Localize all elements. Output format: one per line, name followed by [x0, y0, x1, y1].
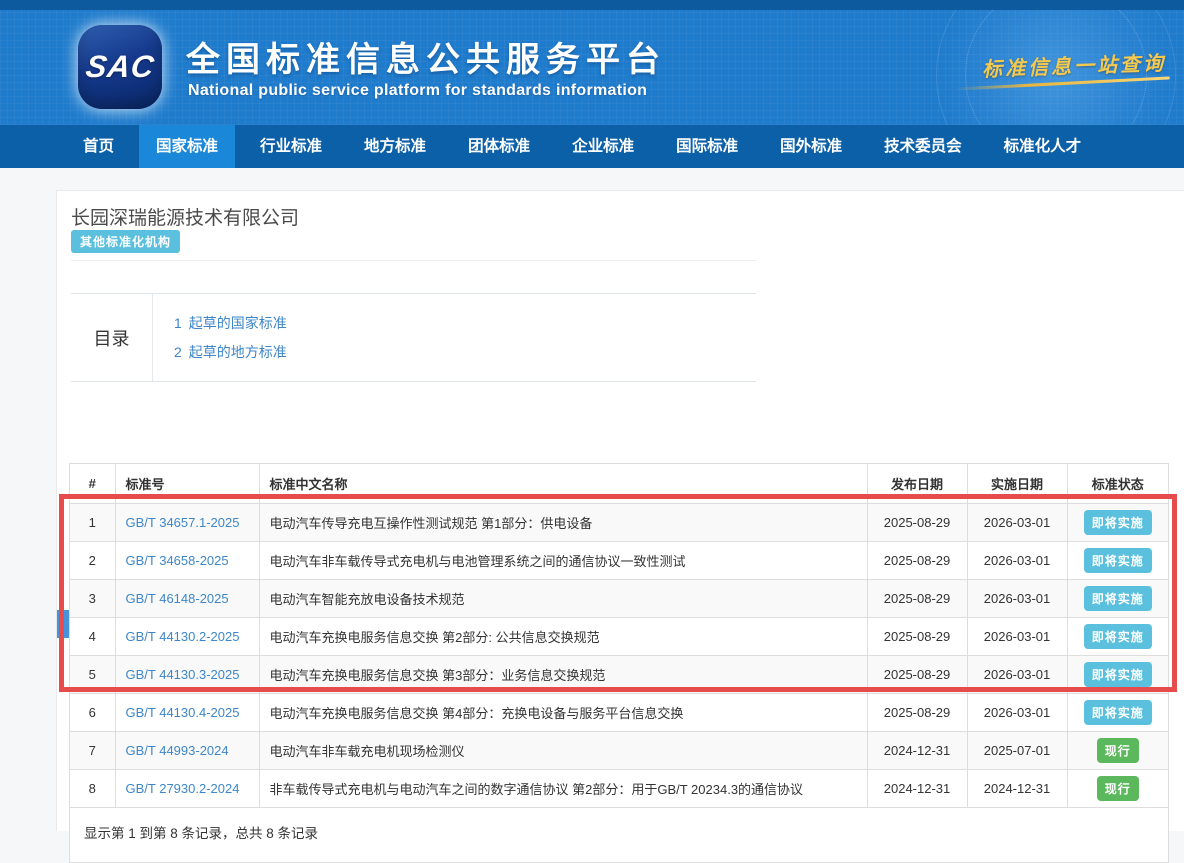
- table-row: 6 GB/T 44130.4-2025 电动汽车充换电服务信息交换 第4部分：充…: [70, 694, 1168, 732]
- status-badge: 即将实施: [1084, 662, 1152, 687]
- toc-link-national[interactable]: 1 起草的国家标准: [174, 313, 756, 333]
- publish-date: 2024-12-31: [867, 770, 967, 808]
- standard-number-link[interactable]: GB/T 44130.4-2025: [126, 705, 240, 720]
- standard-number-link[interactable]: GB/T 44130.3-2025: [126, 667, 240, 682]
- standard-number-link[interactable]: GB/T 44130.2-2025: [126, 629, 240, 644]
- standard-number-link[interactable]: GB/T 46148-2025: [126, 591, 229, 606]
- nav-item-group-standards[interactable]: 团体标准: [451, 125, 547, 168]
- implement-date: 2026-03-01: [967, 694, 1067, 732]
- status-badge: 即将实施: [1084, 586, 1152, 611]
- implement-date: 2025-07-01: [967, 732, 1067, 770]
- site-subtitle: National public service platform for sta…: [188, 82, 647, 100]
- table-header-row: # 标准号 标准中文名称 发布日期 实施日期 标准状态: [70, 464, 1168, 504]
- records-summary: 显示第 1 到第 8 条记录，总共 8 条记录: [70, 808, 1168, 862]
- publish-date: 2025-08-29: [867, 542, 967, 580]
- status-badge: 现行: [1097, 738, 1139, 763]
- standard-name: 电动汽车传导充电互操作性测试规范 第1部分：供电设备: [259, 504, 867, 542]
- nav-item-standardization-talent[interactable]: 标准化人才: [987, 125, 1099, 168]
- site-title: 全国标准信息公共服务平台: [186, 32, 666, 81]
- publish-date: 2025-08-29: [867, 694, 967, 732]
- standards-table-container: # 标准号 标准中文名称 发布日期 实施日期 标准状态 1 GB/T 34657…: [69, 463, 1169, 863]
- implement-date: 2026-03-01: [967, 542, 1067, 580]
- company-name: 长园深瑞能源技术有限公司: [71, 203, 299, 230]
- table-row: 1 GB/T 34657.1-2025 电动汽车传导充电互操作性测试规范 第1部…: [70, 504, 1168, 542]
- table-of-contents: 目录 1 起草的国家标准 2 起草的地方标准: [71, 293, 756, 382]
- site-header: SAC 全国标准信息公共服务平台 National public service…: [0, 10, 1184, 125]
- status-badge: 即将实施: [1084, 548, 1152, 573]
- row-index: 1: [70, 504, 115, 542]
- nav-item-foreign-standards[interactable]: 国外标准: [763, 125, 859, 168]
- column-header-pub-date: 发布日期: [867, 464, 967, 504]
- standard-name: 电动汽车充换电服务信息交换 第2部分: 公共信息交换规范: [259, 618, 867, 656]
- row-index: 2: [70, 542, 115, 580]
- standard-number-link[interactable]: GB/T 27930.2-2024: [126, 781, 240, 796]
- standard-name: 电动汽车非车载充电机现场检测仪: [259, 732, 867, 770]
- publish-date: 2025-08-29: [867, 656, 967, 694]
- row-index: 5: [70, 656, 115, 694]
- nav-item-international-standards[interactable]: 国际标准: [659, 125, 755, 168]
- nav-item-technical-committee[interactable]: 技术委员会: [867, 125, 979, 168]
- row-index: 8: [70, 770, 115, 808]
- column-header-name: 标准中文名称: [259, 464, 867, 504]
- implement-date: 2026-03-01: [967, 504, 1067, 542]
- implement-date: 2026-03-01: [967, 580, 1067, 618]
- publish-date: 2025-08-29: [867, 504, 967, 542]
- publish-date: 2025-08-29: [867, 580, 967, 618]
- status-badge: 即将实施: [1084, 624, 1152, 649]
- standard-name: 非车载传导式充电机与电动汽车之间的数字通信协议 第2部分：用于GB/T 2023…: [259, 770, 867, 808]
- implement-date: 2026-03-01: [967, 656, 1067, 694]
- column-header-status: 标准状态: [1067, 464, 1168, 504]
- publish-date: 2025-08-29: [867, 618, 967, 656]
- nav-item-home[interactable]: 首页: [66, 125, 131, 168]
- table-row: 2 GB/T 34658-2025 电动汽车非车载传导式充电机与电池管理系统之间…: [70, 542, 1168, 580]
- standard-number-link[interactable]: GB/T 34658-2025: [126, 553, 229, 568]
- main-nav: 首页 国家标准 行业标准 地方标准 团体标准 企业标准 国际标准 国外标准 技术…: [0, 125, 1184, 168]
- content-card: 长园深瑞能源技术有限公司 其他标准化机构 目录 1 起草的国家标准 2 起草的地方标…: [56, 190, 1184, 831]
- publish-date: 2024-12-31: [867, 732, 967, 770]
- toc-link-number: 1: [174, 315, 182, 331]
- toc-links: 1 起草的国家标准 2 起草的地方标准: [153, 294, 756, 381]
- standard-number-link[interactable]: GB/T 34657.1-2025: [126, 515, 240, 530]
- row-index: 3: [70, 580, 115, 618]
- standard-name: 电动汽车智能充放电设备技术规范: [259, 580, 867, 618]
- row-index: 7: [70, 732, 115, 770]
- sac-logo[interactable]: SAC: [78, 25, 162, 109]
- standard-name: 电动汽车充换电服务信息交换 第3部分：业务信息交换规范: [259, 656, 867, 694]
- table-row: 8 GB/T 27930.2-2024 非车载传导式充电机与电动汽车之间的数字通…: [70, 770, 1168, 808]
- standard-name: 电动汽车非车载传导式充电机与电池管理系统之间的通信协议一致性测试: [259, 542, 867, 580]
- implement-date: 2026-03-01: [967, 618, 1067, 656]
- nav-item-enterprise-standards[interactable]: 企业标准: [555, 125, 651, 168]
- column-header-std-no: 标准号: [115, 464, 259, 504]
- nav-item-industry-standards[interactable]: 行业标准: [243, 125, 339, 168]
- row-index: 6: [70, 694, 115, 732]
- nav-item-local-standards[interactable]: 地方标准: [347, 125, 443, 168]
- toc-link-label: 起草的国家标准: [189, 315, 287, 331]
- column-header-impl-date: 实施日期: [967, 464, 1067, 504]
- table-row: 5 GB/T 44130.3-2025 电动汽车充换电服务信息交换 第3部分：业…: [70, 656, 1168, 694]
- standard-name: 电动汽车充换电服务信息交换 第4部分：充换电设备与服务平台信息交换: [259, 694, 867, 732]
- table-row: 3 GB/T 46148-2025 电动汽车智能充放电设备技术规范 2025-0…: [70, 580, 1168, 618]
- top-strip: [0, 0, 1184, 10]
- standard-number-link[interactable]: GB/T 44993-2024: [126, 743, 229, 758]
- status-badge: 即将实施: [1084, 700, 1152, 725]
- toc-link-local[interactable]: 2 起草的地方标准: [174, 342, 756, 362]
- table-row: 7 GB/T 44993-2024 电动汽车非车载充电机现场检测仪 2024-1…: [70, 732, 1168, 770]
- toc-link-number: 2: [174, 344, 182, 360]
- nav-item-national-standards[interactable]: 国家标准: [139, 125, 235, 168]
- column-header-index: #: [70, 464, 115, 504]
- toc-link-label: 起草的地方标准: [189, 344, 287, 360]
- row-index: 4: [70, 618, 115, 656]
- implement-date: 2024-12-31: [967, 770, 1067, 808]
- status-badge: 现行: [1097, 776, 1139, 801]
- org-type-badge: 其他标准化机构: [71, 230, 180, 253]
- status-badge: 即将实施: [1084, 510, 1152, 535]
- sac-logo-text: SAC: [83, 49, 157, 85]
- toc-label: 目录: [71, 294, 153, 381]
- divider: [71, 260, 756, 261]
- standards-table: # 标准号 标准中文名称 发布日期 实施日期 标准状态 1 GB/T 34657…: [70, 464, 1168, 808]
- table-row: 4 GB/T 44130.2-2025 电动汽车充换电服务信息交换 第2部分: …: [70, 618, 1168, 656]
